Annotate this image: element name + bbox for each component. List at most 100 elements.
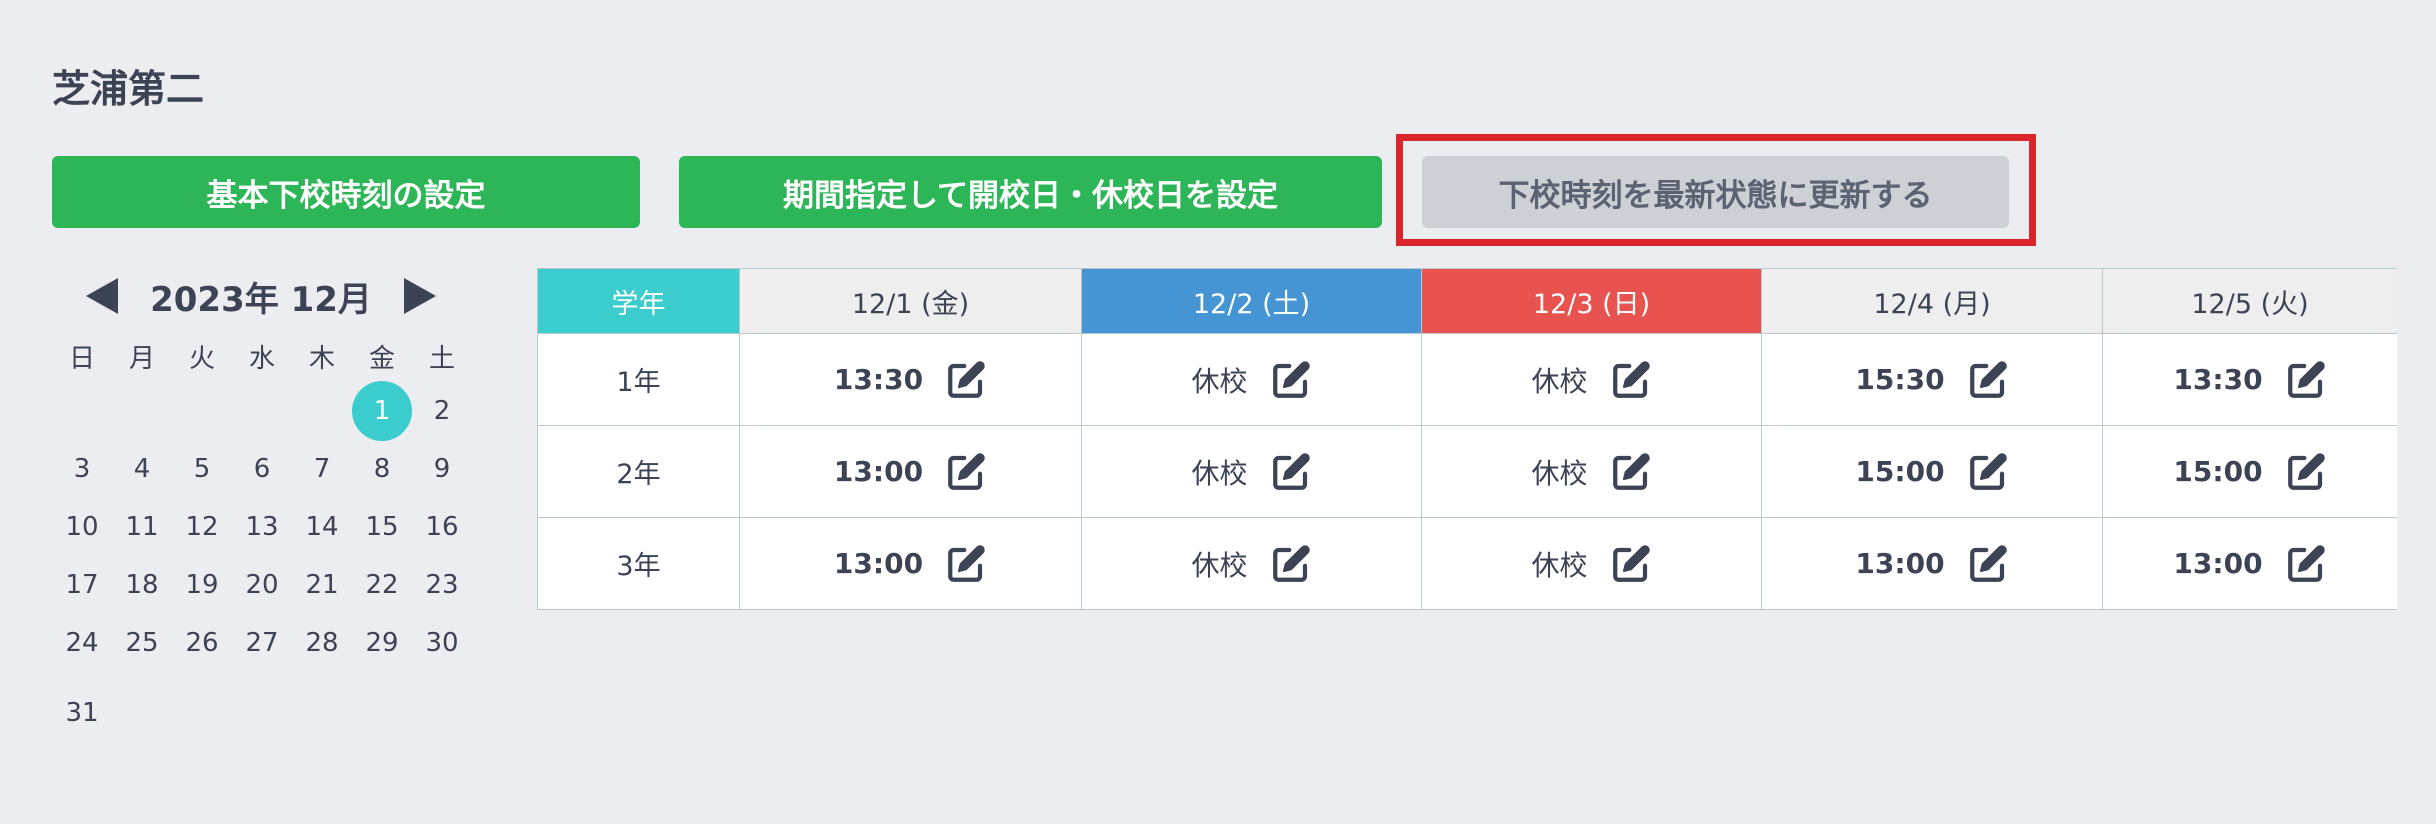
calendar-day[interactable]: 12	[172, 498, 232, 556]
refresh-dismissal-time-button[interactable]: 下校時刻を最新状態に更新する	[1422, 156, 2009, 228]
calendar-empty-cell	[52, 382, 112, 440]
calendar-empty-cell	[112, 382, 172, 440]
calendar-day[interactable]: 29	[352, 614, 412, 672]
grade-cell: 3年	[537, 517, 740, 610]
calendar-day[interactable]: 20	[232, 556, 292, 614]
schedule-cell: 休校	[1081, 517, 1422, 610]
edit-icon[interactable]	[1967, 451, 2009, 493]
grade-cell: 2年	[537, 425, 740, 518]
schedule-value: 15:00	[1855, 455, 1945, 488]
calendar-day[interactable]: 1	[352, 381, 412, 441]
edit-icon[interactable]	[1270, 543, 1312, 585]
calendar-empty-cell	[172, 382, 232, 440]
calendar-day-selected[interactable]: 1	[352, 381, 412, 441]
edit-icon[interactable]	[2285, 543, 2327, 585]
edit-icon[interactable]	[1967, 359, 2009, 401]
grade-column-header: 学年	[537, 268, 740, 334]
weekday-label: 日	[68, 343, 95, 374]
schedule-cell-content: 13:30	[2173, 359, 2326, 401]
schedule-value: 15:30	[1855, 363, 1945, 396]
edit-icon[interactable]	[1967, 543, 2009, 585]
edit-icon[interactable]	[945, 543, 987, 585]
schedule-value: 休校	[1191, 456, 1248, 490]
schedule-cell-content: 休校	[1531, 451, 1651, 493]
day-column-header: 12/1 (金)	[739, 268, 1082, 334]
calendar-grid: 日月火水木金土 1 2 3 4 5 6 7 8 9 10 11 12 13 14 15 16 17 18 19 20 21…	[52, 330, 472, 742]
calendar-day[interactable]: 15	[352, 498, 412, 556]
day-column-header: 12/3 (日)	[1421, 268, 1762, 334]
calendar-day[interactable]: 22	[352, 556, 412, 614]
edit-icon[interactable]	[1270, 359, 1312, 401]
schedule-cell: 休校	[1081, 425, 1422, 518]
calendar-day[interactable]: 5	[172, 440, 232, 498]
table-row: 1年 13:30 休校 休校 15:30 13:30	[537, 333, 2397, 426]
schedule-cell-content: 休校	[1191, 451, 1311, 493]
weekday-label: 金	[368, 343, 395, 374]
schedule-cell: 13:00	[1761, 517, 2103, 610]
edit-icon[interactable]	[1610, 543, 1652, 585]
calendar-day[interactable]: 8	[352, 440, 412, 498]
dismissal-schedule-table: 学年 12/1 (金) 12/2 (土) 12/3 (日) 12/4 (月) 1…	[537, 268, 2397, 610]
edit-icon[interactable]	[945, 359, 987, 401]
schedule-value: 13:00	[833, 547, 924, 580]
calendar-day[interactable]: 3	[52, 440, 112, 498]
schedule-cell-content: 13:30	[834, 359, 987, 401]
calendar-day[interactable]: 4	[112, 440, 172, 498]
schedule-cell: 13:00	[739, 517, 1082, 610]
calendar-empty-cell	[292, 382, 352, 440]
period-open-closed-day-button[interactable]: 期間指定して開校日・休校日を設定	[679, 156, 1382, 228]
schedule-cell-content: 13:00	[834, 451, 987, 493]
calendar-day[interactable]: 27	[232, 614, 292, 672]
table-row: 2年 13:00 休校 休校 15:00 15:00	[537, 425, 2397, 518]
calendar-day[interactable]: 26	[172, 614, 232, 672]
edit-icon[interactable]	[2285, 359, 2327, 401]
schedule-value: 13:30	[2173, 363, 2263, 396]
calendar-day[interactable]: 2	[412, 382, 472, 440]
schedule-cell: 15:00	[2102, 425, 2397, 518]
edit-icon[interactable]	[1610, 359, 1652, 401]
calendar-month-title: 2023年 12月	[150, 279, 372, 320]
schedule-cell: 13:30	[739, 333, 1082, 426]
edit-icon[interactable]	[945, 451, 987, 493]
calendar-day[interactable]: 21	[292, 556, 352, 614]
calendar-day[interactable]: 24	[52, 614, 112, 672]
table-row: 3年 13:00 休校 休校 13:00 13:00	[537, 517, 2397, 610]
day-column-header: 12/5 (火)	[2102, 268, 2397, 334]
calendar-day[interactable]: 14	[292, 498, 352, 556]
calendar-day[interactable]: 18	[112, 556, 172, 614]
schedule-value: 13:30	[833, 363, 924, 396]
calendar-empty-cell	[232, 684, 292, 742]
schedule-cell-content: 15:00	[2173, 451, 2326, 493]
triangle-left-icon[interactable]	[86, 278, 118, 314]
day-column-header: 12/2 (土)	[1081, 268, 1422, 334]
grade-cell: 1年	[537, 333, 740, 426]
day-column-header: 12/4 (月)	[1761, 268, 2103, 334]
calendar-day[interactable]: 19	[172, 556, 232, 614]
edit-icon[interactable]	[2285, 451, 2327, 493]
calendar-day[interactable]: 9	[412, 440, 472, 498]
calendar-day[interactable]: 16	[412, 498, 472, 556]
weekday-label: 水	[248, 343, 275, 374]
weekday-label: 土	[428, 343, 455, 374]
calendar-empty-cell	[172, 684, 232, 742]
schedule-cell: 13:30	[2102, 333, 2397, 426]
schedule-value: 13:00	[2173, 547, 2263, 580]
calendar-day[interactable]: 17	[52, 556, 112, 614]
calendar-day[interactable]: 10	[52, 498, 112, 556]
schedule-cell-content: 13:00	[2173, 543, 2326, 585]
schedule-cell: 13:00	[739, 425, 1082, 518]
calendar-day[interactable]: 30	[412, 614, 472, 672]
calendar-day[interactable]: 25	[112, 614, 172, 672]
table-header-row: 学年 12/1 (金) 12/2 (土) 12/3 (日) 12/4 (月) 1…	[537, 268, 2397, 334]
calendar-day[interactable]: 28	[292, 614, 352, 672]
calendar-day[interactable]: 31	[52, 684, 112, 742]
triangle-right-icon[interactable]	[404, 278, 436, 314]
edit-icon[interactable]	[1610, 451, 1652, 493]
calendar-day[interactable]: 13	[232, 498, 292, 556]
calendar-day[interactable]: 6	[232, 440, 292, 498]
calendar-day[interactable]: 11	[112, 498, 172, 556]
calendar-day[interactable]: 7	[292, 440, 352, 498]
edit-icon[interactable]	[1270, 451, 1312, 493]
calendar-day[interactable]: 23	[412, 556, 472, 614]
basic-dismissal-time-button[interactable]: 基本下校時刻の設定	[52, 156, 640, 228]
